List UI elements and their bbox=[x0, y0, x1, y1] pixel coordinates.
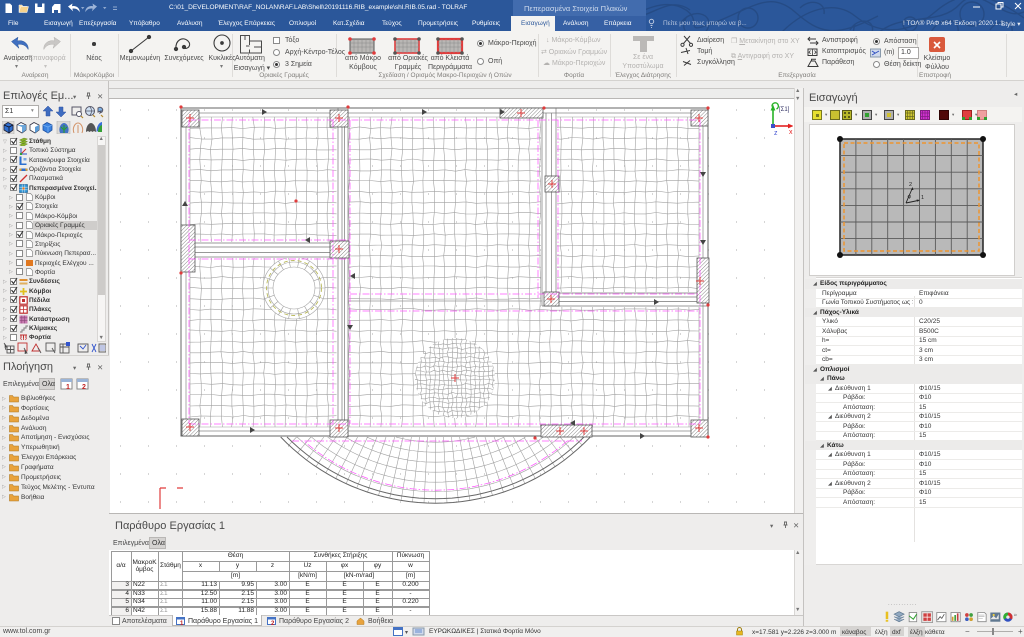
svg-text:2: 2 bbox=[82, 384, 86, 390]
svg-text:2: 2 bbox=[909, 182, 912, 188]
svg-text:»: » bbox=[1014, 613, 1018, 619]
svg-text:x: x bbox=[789, 129, 793, 136]
svg-text:1: 1 bbox=[66, 384, 70, 390]
svg-text:φ: φ bbox=[908, 194, 912, 200]
svg-text:1: 1 bbox=[921, 195, 924, 201]
svg-text:[Σ1]: [Σ1] bbox=[779, 107, 790, 113]
svg-text:▾: ▾ bbox=[405, 630, 408, 636]
svg-text:z: z bbox=[774, 130, 778, 137]
